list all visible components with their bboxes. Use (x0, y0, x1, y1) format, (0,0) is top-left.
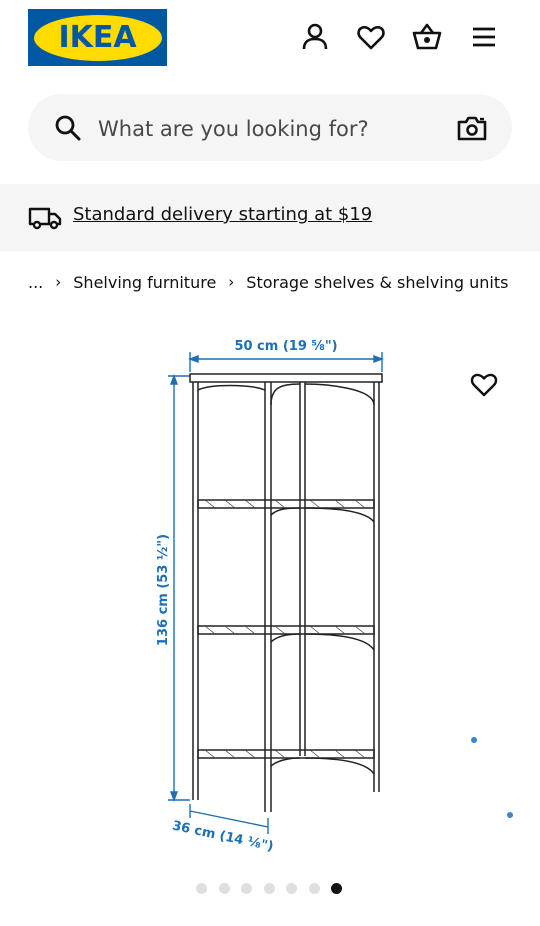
chevron-right-icon: › (55, 273, 62, 291)
breadcrumb-item-shelving-furniture[interactable]: Shelving furniture (73, 273, 216, 292)
user-icon[interactable] (299, 21, 331, 53)
truck-icon (28, 202, 62, 232)
delivery-banner: Standard delivery starting at $19 (0, 184, 540, 251)
carousel-dot[interactable] (218, 883, 230, 894)
breadcrumb: ... › Shelving furniture › Storage shelv… (28, 271, 528, 293)
chevron-right-icon: › (228, 273, 235, 291)
logo-text: IKEA (58, 19, 137, 55)
dim-height-label: 136 cm (53 ½") (156, 534, 171, 646)
search-input[interactable] (96, 108, 440, 150)
dim-depth-label: 36 cm (14 ⅛") (171, 819, 275, 855)
carousel-dot[interactable] (263, 883, 275, 894)
dim-width-label: 50 cm (19 ⅝") (234, 339, 337, 354)
carousel-dot[interactable] (196, 883, 207, 894)
ikea-logo[interactable]: IKEA (28, 9, 167, 66)
breadcrumb-item-storage-shelves[interactable]: Storage shelves & shelving units (246, 273, 508, 292)
carousel-pagination (196, 883, 354, 895)
search-icon[interactable] (54, 114, 82, 142)
decorative-dot (507, 812, 513, 818)
heart-icon[interactable] (355, 21, 387, 53)
add-to-favourites-heart-icon[interactable] (469, 370, 499, 398)
header: IKEA (0, 0, 540, 80)
menu-icon[interactable] (468, 21, 500, 53)
shopping-bag-icon[interactable] (411, 21, 443, 53)
carousel-dot[interactable] (308, 883, 320, 894)
carousel-dot[interactable] (286, 883, 297, 894)
carousel-dot[interactable] (241, 883, 252, 894)
carousel-dot[interactable] (331, 883, 342, 894)
camera-icon[interactable] (456, 113, 488, 143)
product-image[interactable]: 50 cm (19 ⅝") 136 cm (53 ½") 36 cm (14 ⅛… (150, 330, 400, 860)
decorative-dot (471, 737, 477, 743)
breadcrumb-ellipsis[interactable]: ... (28, 273, 43, 292)
logo-oval: IKEA (33, 14, 162, 61)
search-bar (28, 94, 512, 161)
delivery-link[interactable]: Standard delivery starting at $19 (73, 204, 372, 225)
